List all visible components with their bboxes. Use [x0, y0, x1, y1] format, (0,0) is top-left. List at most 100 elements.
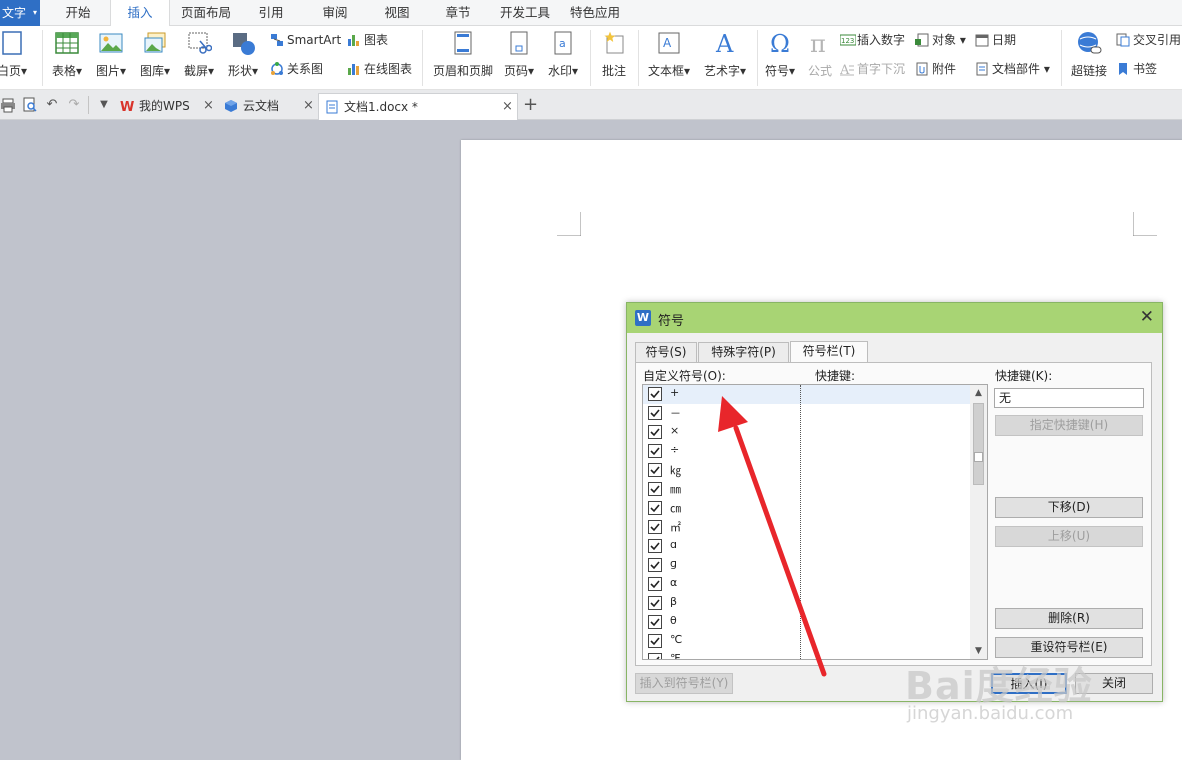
print-icon[interactable]: [0, 97, 16, 113]
tab-references[interactable]: 引用: [246, 0, 296, 26]
tab-chapter[interactable]: 章节: [433, 0, 483, 26]
smartart-label: SmartArt: [287, 33, 342, 47]
close-button[interactable]: 关闭: [1075, 673, 1153, 694]
symbol-checkbox[interactable]: [648, 482, 662, 496]
screenshot-button[interactable]: 截屏▾: [180, 30, 218, 79]
list-item[interactable]: ɡ: [643, 556, 970, 575]
comment-button[interactable]: 批注: [596, 30, 632, 79]
delete-button[interactable]: 删除(R): [995, 608, 1143, 629]
bookmark-button[interactable]: 书签: [1116, 60, 1157, 78]
list-item[interactable]: θ: [643, 613, 970, 632]
scroll-down-icon[interactable]: ▼: [970, 643, 987, 659]
scroll-up-icon[interactable]: ▲: [970, 385, 987, 401]
list-item[interactable]: +: [643, 385, 970, 404]
watermark-button[interactable]: a 水印▾: [544, 30, 582, 79]
list-item[interactable]: ɑ: [643, 537, 970, 556]
redo-icon[interactable]: ↷: [66, 97, 82, 113]
list-item[interactable]: ℉: [643, 651, 970, 659]
symbol-checkbox[interactable]: [648, 463, 662, 477]
doc-parts-button[interactable]: 文档部件 ▾: [975, 60, 1050, 78]
tab-home[interactable]: 开始: [52, 0, 104, 26]
insert-button[interactable]: 插入(I): [991, 673, 1067, 694]
close-icon[interactable]: ×: [502, 94, 513, 120]
undo-icon[interactable]: ↶: [44, 97, 60, 113]
close-icon[interactable]: ×: [303, 93, 314, 119]
blank-page-button[interactable]: 白页▾: [0, 30, 30, 79]
reset-symbol-bar-button[interactable]: 重设符号栏(E): [995, 637, 1143, 658]
wordart-button[interactable]: A 艺术字▾: [700, 30, 750, 79]
app-menu-button[interactable]: 文字 ▾: [0, 0, 40, 26]
header-footer-button[interactable]: 页眉和页脚: [430, 30, 496, 79]
gallery-button[interactable]: 图库▾: [136, 30, 174, 79]
move-up-button[interactable]: 上移(U): [995, 526, 1143, 547]
symbol-checkbox[interactable]: [648, 634, 662, 648]
insert-number-button[interactable]: 123 插入数字: [839, 31, 905, 49]
smartart-button[interactable]: SmartArt: [270, 31, 341, 49]
drop-cap-button[interactable]: A 首字下沉: [839, 60, 905, 78]
picture-button[interactable]: 图片▾: [92, 30, 130, 79]
list-item[interactable]: ㎡: [643, 518, 970, 537]
close-icon[interactable]: ×: [203, 93, 214, 119]
tab-insert[interactable]: 插入: [110, 0, 170, 27]
symbol-checkbox[interactable]: [648, 425, 662, 439]
symbol-value: ÷: [670, 443, 680, 456]
symbol-checkbox[interactable]: [648, 653, 662, 659]
tab-special-apps[interactable]: 特色应用: [565, 0, 625, 26]
list-item[interactable]: ×: [643, 423, 970, 442]
dialog-title-bar[interactable]: W 符号 ✕: [627, 303, 1162, 333]
symbol-checkbox[interactable]: [648, 406, 662, 420]
page-number-button[interactable]: 页码▾: [500, 30, 538, 79]
list-item[interactable]: β: [643, 594, 970, 613]
hotkey-input[interactable]: 无: [994, 388, 1144, 408]
online-chart-button[interactable]: 在线图表: [347, 60, 412, 78]
list-item[interactable]: α: [643, 575, 970, 594]
doc-tab-document1[interactable]: 文档1.docx * ×: [318, 93, 518, 120]
list-scrollbar[interactable]: ▲ ▼: [970, 385, 987, 659]
table-button[interactable]: 表格▾: [48, 30, 86, 79]
relation-chart-button[interactable]: 关系图: [270, 60, 323, 78]
customize-dropdown-icon[interactable]: ▼: [96, 97, 112, 113]
date-button[interactable]: 日期: [975, 31, 1016, 49]
doc-tab-my-wps[interactable]: W 我的WPS ×: [114, 93, 218, 120]
tab-developer[interactable]: 开发工具: [495, 0, 555, 26]
hyperlink-button[interactable]: 超链接: [1066, 30, 1112, 79]
symbol-checkbox[interactable]: [648, 387, 662, 401]
symbol-checkbox[interactable]: [648, 615, 662, 629]
object-button[interactable]: 对象 ▾: [915, 31, 966, 49]
list-item[interactable]: ㎜: [643, 480, 970, 499]
formula-button[interactable]: π 公式: [802, 30, 838, 79]
tab-special-chars[interactable]: 特殊字符(P): [698, 342, 789, 362]
list-item[interactable]: ℃: [643, 632, 970, 651]
tab-page-layout[interactable]: 页面布局: [176, 0, 236, 26]
doc-tab-cloud-docs[interactable]: 云文档 ×: [218, 93, 318, 120]
list-item[interactable]: －: [643, 404, 970, 423]
symbol-checkbox[interactable]: [648, 596, 662, 610]
symbol-checkbox[interactable]: [648, 520, 662, 534]
list-item[interactable]: ㎏: [643, 461, 970, 480]
scroll-thumb[interactable]: [973, 403, 984, 485]
cross-ref-button[interactable]: 交叉引用: [1116, 31, 1181, 49]
attachment-button[interactable]: 附件: [915, 60, 956, 78]
list-item[interactable]: ㎝: [643, 499, 970, 518]
symbol-checkbox[interactable]: [648, 558, 662, 572]
tab-symbols[interactable]: 符号(S): [635, 342, 697, 362]
insert-to-symbol-bar-button[interactable]: 插入到符号栏(Y): [635, 673, 733, 694]
list-item[interactable]: ÷: [643, 442, 970, 461]
custom-symbols-list[interactable]: + － × ÷ ㎏㎜㎝㎡ ɑ ɡ α β θ ℃ ℉ ▲ ▼: [642, 384, 988, 660]
symbol-checkbox[interactable]: [648, 444, 662, 458]
symbol-checkbox[interactable]: [648, 577, 662, 591]
tab-review[interactable]: 审阅: [310, 0, 360, 26]
chart-button[interactable]: 图表: [347, 31, 388, 49]
assign-hotkey-button[interactable]: 指定快捷键(H): [995, 415, 1143, 436]
symbol-button[interactable]: Ω 符号▾: [760, 30, 800, 79]
tab-view[interactable]: 视图: [372, 0, 422, 26]
shape-button[interactable]: 形状▾: [224, 30, 262, 79]
move-down-button[interactable]: 下移(D): [995, 497, 1143, 518]
symbol-checkbox[interactable]: [648, 539, 662, 553]
symbol-checkbox[interactable]: [648, 501, 662, 515]
new-tab-plus-icon[interactable]: +: [523, 94, 538, 116]
textbox-button[interactable]: A 文本框▾: [644, 30, 694, 79]
print-preview-icon[interactable]: [22, 97, 38, 113]
tab-symbol-bar[interactable]: 符号栏(T): [790, 341, 868, 363]
close-icon[interactable]: ✕: [1140, 307, 1154, 327]
